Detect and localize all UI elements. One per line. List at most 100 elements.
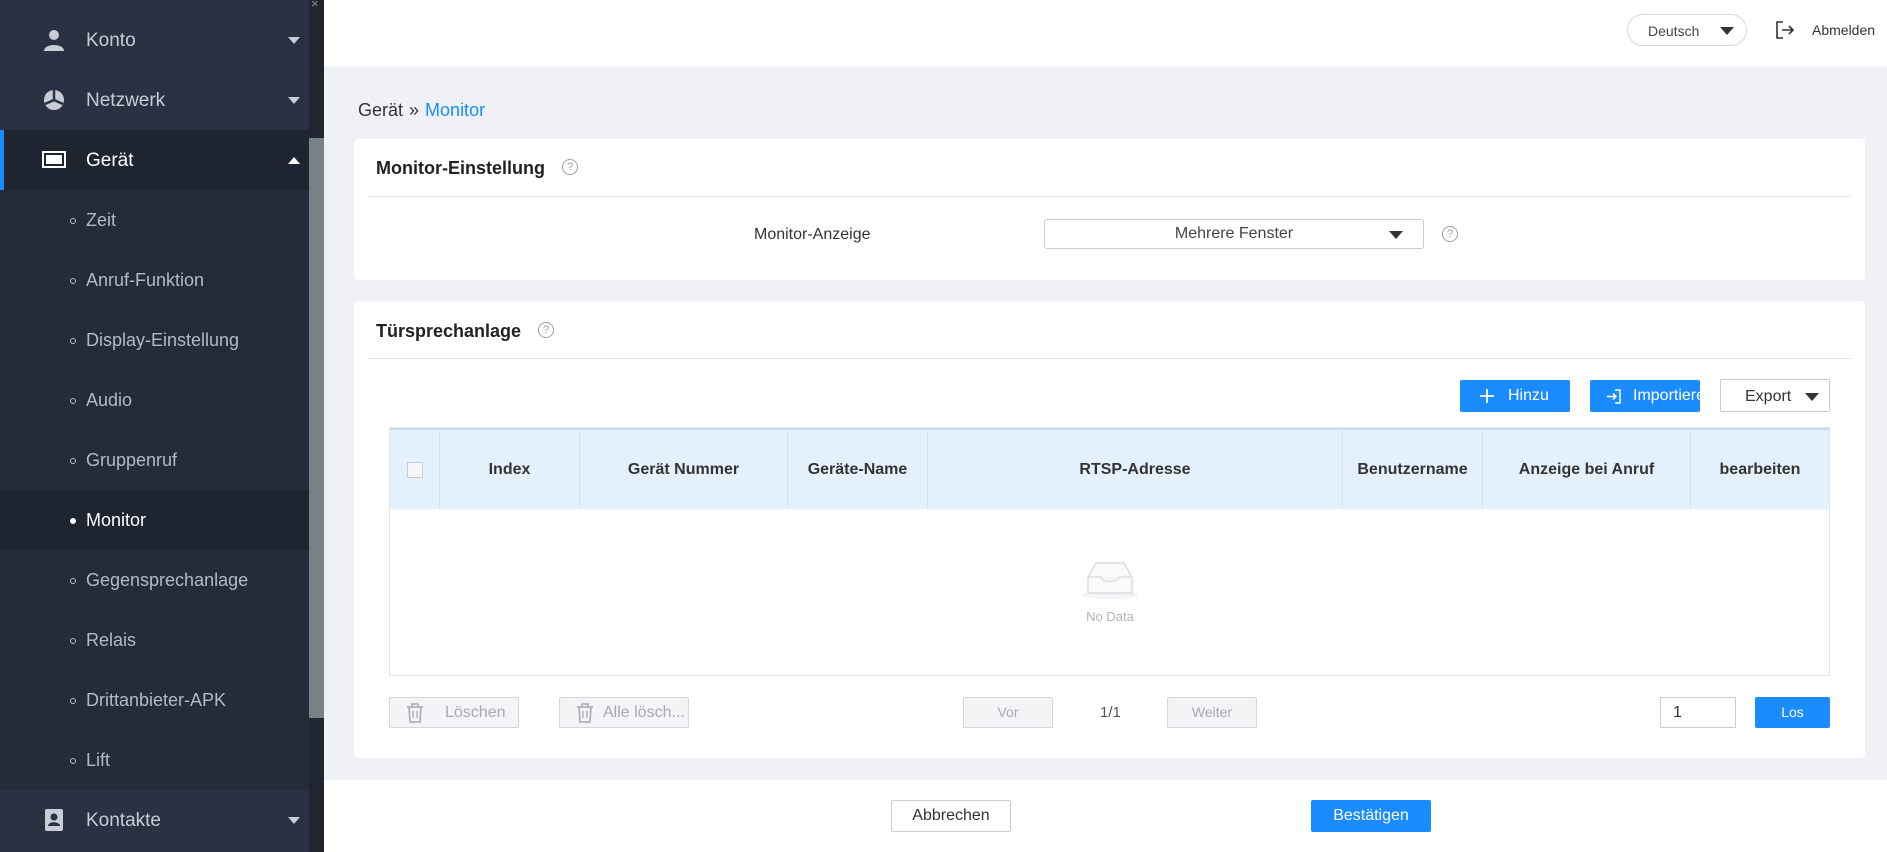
sidebar-subitem-label: Lift — [86, 750, 111, 770]
sidebar-subitem-label: Zeit — [86, 210, 117, 230]
page-indicator: 1/1 — [1100, 704, 1121, 721]
sidebar-subitem-anruf-funktion[interactable]: Anruf-Funktion — [0, 250, 309, 310]
bullet-icon — [70, 518, 76, 524]
import-icon — [1607, 389, 1621, 404]
empty-inbox-icon — [1082, 562, 1138, 599]
sidebar-item-geraet[interactable]: Gerät — [0, 130, 309, 190]
sidebar-subitem-label: Drittanbieter-APK — [86, 690, 227, 710]
close-icon[interactable]: × — [311, 0, 319, 11]
sidebar-subitem-gruppenruf[interactable]: Gruppenruf — [0, 430, 309, 490]
help-icon[interactable]: ? — [562, 159, 578, 175]
sidebar-item-label: Netzwerk — [86, 90, 166, 111]
divider — [368, 196, 1851, 197]
import-button[interactable]: Importiere — [1590, 380, 1700, 412]
breadcrumb-parent[interactable]: Gerät — [358, 100, 403, 120]
intercom-table: Index Gerät Nummer Geräte-Name RTSP-Adre… — [389, 427, 1830, 676]
sidebar-subitem-label: Display-Einstellung — [86, 330, 240, 350]
delete-all-label: Alle lösch... — [603, 704, 685, 721]
confirm-button[interactable]: Bestätigen — [1311, 800, 1431, 832]
chevron-down-icon — [288, 97, 300, 104]
monitor-settings-card: Monitor-Einstellung ? Monitor-Anzeige Me… — [354, 139, 1865, 280]
chevron-down-icon — [288, 817, 300, 824]
logout-label: Abmelden — [1812, 22, 1876, 38]
go-label: Los — [1781, 704, 1804, 720]
monitor-display-label: Monitor-Anzeige — [754, 226, 871, 243]
logout-button[interactable]: Abmelden — [1775, 18, 1885, 44]
sidebar-subitem-zeit[interactable]: Zeit — [0, 190, 309, 250]
column-header[interactable]: Anzeige bei Anruf — [1483, 430, 1691, 509]
card-title: Türsprechanlage — [376, 321, 522, 341]
sidebar-subitem-label: Gruppenruf — [86, 450, 178, 470]
sidebar-subitem-display-einstellung[interactable]: Display-Einstellung — [0, 310, 309, 370]
bullet-icon — [70, 638, 76, 644]
chevron-down-icon — [1720, 27, 1734, 35]
sidebar-item-label: Konto — [86, 30, 136, 51]
bullet-icon — [70, 458, 76, 464]
page-number-input[interactable] — [1660, 697, 1736, 728]
sidebar-subitem-audio[interactable]: Audio — [0, 370, 309, 430]
chevron-down-icon — [288, 37, 300, 44]
add-button[interactable]: Hinzu — [1460, 380, 1570, 412]
sidebar-item-label: Kontakte — [86, 810, 161, 831]
select-all-checkbox[interactable] — [406, 461, 423, 478]
sidebar-scrollbar-thumb[interactable] — [309, 138, 324, 718]
help-icon[interactable]: ? — [538, 322, 554, 338]
breadcrumb-current: Monitor — [425, 100, 486, 120]
sidebar-subitem-lift[interactable]: Lift — [0, 730, 309, 790]
sidebar-subitem-label: Anruf-Funktion — [86, 270, 205, 290]
delete-button[interactable]: Löschen — [389, 697, 519, 728]
breadcrumb: Gerät » Monitor — [358, 100, 485, 121]
delete-label: Löschen — [445, 704, 506, 721]
breadcrumb-separator: » — [409, 100, 420, 120]
help-icon[interactable]: ? — [1442, 226, 1458, 242]
bullet-icon — [70, 698, 76, 704]
sidebar-item-kontakte[interactable]: Kontakte — [0, 790, 309, 850]
sidebar-item-label: Gerät — [86, 150, 134, 171]
contacts-icon — [45, 809, 63, 831]
bullet-icon — [70, 758, 76, 764]
sidebar-item-konto[interactable]: Konto — [0, 10, 309, 70]
sidebar-subitem-label: Relais — [86, 630, 137, 650]
column-header[interactable]: Benutzername — [1343, 430, 1483, 509]
language-select[interactable]: Deutsch — [1627, 14, 1747, 46]
trash-icon — [577, 703, 593, 723]
logout-icon — [1776, 21, 1795, 39]
sidebar-submenu: Zeit Anruf-Funktion Display-Einstellung … — [0, 190, 309, 790]
sidebar-subitem-drittanbieter-apk[interactable]: Drittanbieter-APK — [0, 670, 309, 730]
sidebar-subitem-monitor[interactable]: Monitor — [0, 490, 309, 550]
chevron-down-icon — [1805, 393, 1819, 401]
empty-text: No Data — [1086, 609, 1134, 624]
column-header[interactable]: Index — [440, 430, 580, 509]
go-button[interactable]: Los — [1755, 697, 1830, 728]
card-title: Monitor-Einstellung — [376, 158, 545, 178]
export-button[interactable]: Export — [1720, 379, 1830, 412]
confirm-label: Bestätigen — [1333, 807, 1409, 824]
table-header: Index Gerät Nummer Geräte-Name RTSP-Adre… — [390, 428, 1829, 509]
column-header[interactable]: RTSP-Adresse — [928, 430, 1343, 509]
monitor-display-select[interactable]: Mehrere Fenster — [1044, 219, 1424, 249]
cancel-button[interactable]: Abbrechen — [891, 800, 1011, 832]
select-all-cell — [390, 430, 440, 509]
trash-icon — [407, 703, 423, 723]
next-page-button[interactable]: Weiter — [1167, 697, 1257, 728]
sidebar-subitem-gegensprechanlage[interactable]: Gegensprechanlage — [0, 550, 309, 610]
sidebar-item-netzwerk[interactable]: Netzwerk — [0, 70, 309, 130]
bullet-icon — [70, 578, 76, 584]
sidebar-subitem-relais[interactable]: Relais — [0, 610, 309, 670]
column-header[interactable]: Geräte-Name — [788, 430, 928, 509]
language-label: Deutsch — [1648, 23, 1700, 39]
monitor-icon — [42, 151, 66, 168]
prev-page-button[interactable]: Vor — [963, 697, 1053, 728]
column-header[interactable]: bearbeiten — [1691, 430, 1829, 509]
sidebar-subitem-label: Audio — [86, 390, 133, 410]
monitor-display-value: Mehrere Fenster — [1174, 225, 1294, 242]
bullet-icon — [70, 278, 76, 284]
add-label: Hinzu — [1508, 387, 1549, 404]
delete-all-button[interactable]: Alle lösch... — [559, 697, 689, 728]
plus-icon — [1480, 389, 1494, 403]
import-label: Importiere — [1633, 387, 1700, 404]
next-label: Weiter — [1191, 704, 1233, 720]
bullet-icon — [70, 338, 76, 344]
chevron-up-icon — [288, 157, 300, 164]
column-header[interactable]: Gerät Nummer — [580, 430, 788, 509]
